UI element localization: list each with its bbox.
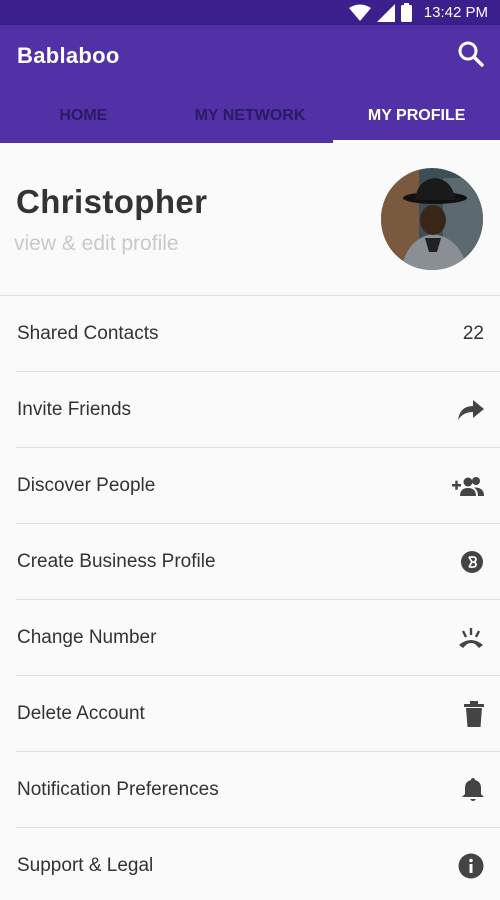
cell-signal-icon bbox=[376, 3, 395, 22]
search-button[interactable] bbox=[456, 39, 486, 69]
info-icon bbox=[458, 853, 484, 879]
status-icons: 13:42 PM bbox=[348, 0, 488, 25]
status-time: 13:42 PM bbox=[423, 4, 488, 21]
menu-item-label: Shared Contacts bbox=[17, 323, 159, 344]
profile-header[interactable]: Christopher view & edit profile bbox=[0, 143, 500, 296]
trash-icon bbox=[464, 701, 484, 727]
phone-ring-icon bbox=[459, 628, 483, 648]
menu-item-support-legal[interactable]: Support & Legal bbox=[0, 828, 500, 900]
battery-icon bbox=[400, 3, 412, 22]
menu-item-change-number[interactable]: Change Number bbox=[0, 600, 500, 676]
tab-home[interactable]: HOME bbox=[0, 88, 167, 143]
menu-item-invite-friends[interactable]: Invite Friends bbox=[0, 372, 500, 448]
menu-item-label: Change Number bbox=[17, 627, 157, 648]
tab-my-network[interactable]: MY NETWORK bbox=[167, 88, 334, 143]
business-profile-icon bbox=[461, 551, 483, 573]
edit-profile-link[interactable]: view & edit profile bbox=[14, 232, 179, 256]
tab-my-profile[interactable]: MY PROFILE bbox=[333, 88, 500, 143]
profile-name: Christopher bbox=[16, 183, 208, 220]
shared-contacts-count: 22 bbox=[462, 323, 484, 344]
menu-item-delete-account[interactable]: Delete Account bbox=[0, 676, 500, 752]
status-bar: 13:42 PM bbox=[0, 0, 500, 25]
app-title: Bablaboo bbox=[17, 43, 120, 68]
share-forward-icon bbox=[458, 400, 484, 420]
menu-item-discover-people[interactable]: Discover People bbox=[0, 448, 500, 524]
avatar[interactable] bbox=[381, 168, 483, 270]
menu-item-label: Create Business Profile bbox=[17, 551, 216, 572]
menu-item-label: Notification Preferences bbox=[17, 779, 219, 800]
profile-menu: Shared Contacts 22 Invite Friends Discov… bbox=[0, 296, 500, 900]
menu-item-create-business-profile[interactable]: Create Business Profile bbox=[0, 524, 500, 600]
menu-item-label: Invite Friends bbox=[17, 399, 132, 420]
menu-item-label: Delete Account bbox=[17, 703, 145, 724]
menu-item-label: Support & Legal bbox=[17, 855, 154, 876]
search-icon bbox=[458, 41, 484, 67]
app-bar: Bablaboo HOME MY NETWORK MY PROFILE bbox=[0, 25, 500, 143]
menu-item-label: Discover People bbox=[17, 475, 156, 496]
wifi-icon bbox=[348, 4, 371, 21]
bell-icon bbox=[462, 778, 484, 801]
menu-item-notification-preferences[interactable]: Notification Preferences bbox=[0, 752, 500, 828]
add-people-icon bbox=[452, 477, 484, 496]
menu-item-shared-contacts[interactable]: Shared Contacts 22 bbox=[0, 296, 500, 372]
tab-bar: HOME MY NETWORK MY PROFILE bbox=[0, 88, 500, 143]
